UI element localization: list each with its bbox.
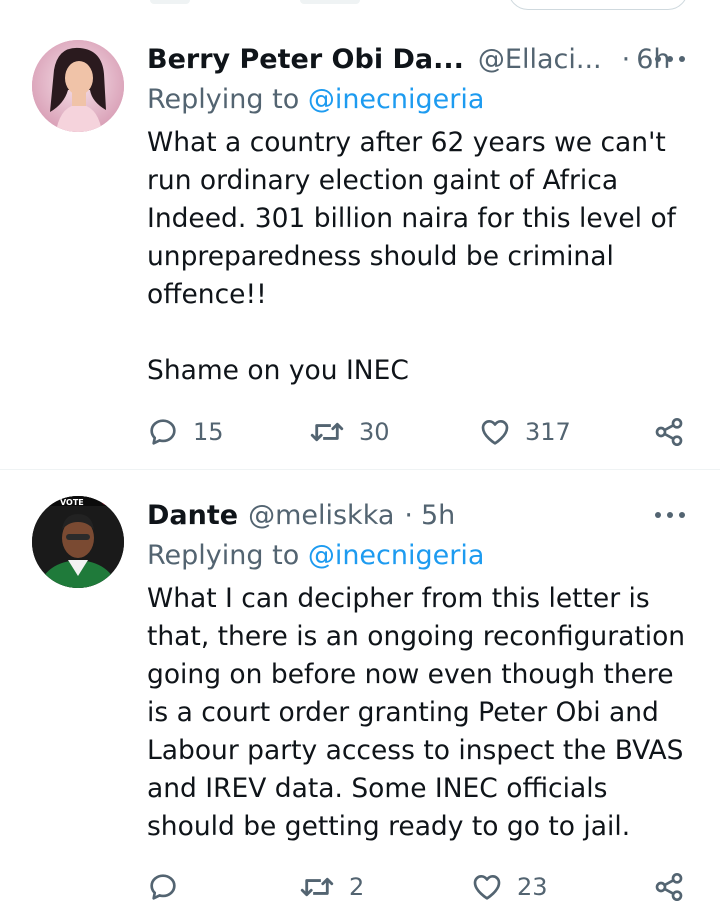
tweet-actions: 2 23 xyxy=(0,867,720,907)
like-icon xyxy=(481,420,509,445)
replying-to: Replying to @inecnigeria xyxy=(147,84,484,115)
display-name[interactable]: Berry Peter Obi Da... xyxy=(147,44,464,75)
separator-dot: · xyxy=(404,499,413,531)
replying-to-link[interactable]: @inecnigeria xyxy=(308,540,485,571)
share-icon xyxy=(655,418,683,446)
reply-icon xyxy=(150,419,176,445)
retweet-button[interactable]: 2 xyxy=(299,867,364,907)
replying-to: Replying to @inecnigeria xyxy=(147,540,484,571)
share-icon xyxy=(655,873,683,901)
tweet-text: What a country after 62 years we can't r… xyxy=(147,127,676,386)
avatar-badge-text: VOTE xyxy=(60,498,84,507)
reply-count: 15 xyxy=(193,418,224,446)
more-icon[interactable] xyxy=(655,49,685,69)
share-button[interactable] xyxy=(653,867,685,907)
like-count: 317 xyxy=(525,418,571,446)
like-button[interactable]: 23 xyxy=(471,867,548,907)
reply-icon xyxy=(150,874,176,900)
separator-dot: · xyxy=(621,43,631,75)
previous-action-fragment xyxy=(150,0,190,4)
avatar-photo xyxy=(32,40,124,132)
previous-tweet-fragment xyxy=(0,0,720,14)
share-button[interactable] xyxy=(653,412,685,452)
tweet-actions: 15 30 317 xyxy=(0,412,720,452)
display-name[interactable]: Dante xyxy=(147,500,238,531)
previous-tweet-button[interactable] xyxy=(508,0,688,10)
reply-button[interactable] xyxy=(147,867,193,907)
like-count: 23 xyxy=(517,873,548,901)
user-handle[interactable]: @Ellaci... xyxy=(478,44,602,75)
like-icon xyxy=(473,875,501,900)
avatar-photo: VOTE xyxy=(32,496,124,588)
tweet-text: What I can decipher from this letter is … xyxy=(147,583,694,842)
retweet-count: 2 xyxy=(349,873,365,901)
retweet-button[interactable]: 30 xyxy=(309,412,390,452)
replying-prefix: Replying to xyxy=(147,540,300,571)
user-handle[interactable]: @meliskka xyxy=(248,500,394,531)
retweet-count: 30 xyxy=(359,418,390,446)
timestamp[interactable]: 5h xyxy=(421,500,455,531)
tweet-header: Dante @meliskka · 5h xyxy=(147,498,455,532)
tweet-header: Berry Peter Obi Da... @Ellaci... · 6h xyxy=(147,42,671,76)
previous-action-fragment xyxy=(300,0,360,4)
retweet-icon xyxy=(300,877,334,897)
more-icon[interactable] xyxy=(655,505,685,525)
retweet-icon xyxy=(310,422,344,442)
tweet-divider xyxy=(0,469,720,470)
avatar[interactable] xyxy=(32,40,124,132)
replying-prefix: Replying to xyxy=(147,84,300,115)
avatar[interactable]: VOTE xyxy=(32,496,124,588)
like-button[interactable]: 317 xyxy=(479,412,571,452)
replying-to-link[interactable]: @inecnigeria xyxy=(308,84,485,115)
reply-button[interactable]: 15 xyxy=(147,412,224,452)
